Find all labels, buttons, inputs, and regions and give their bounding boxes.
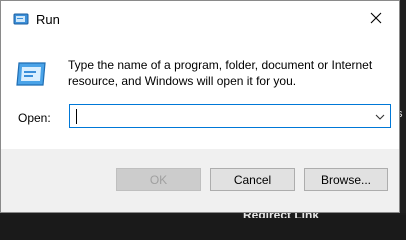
ok-button[interactable]: OK: [116, 168, 201, 191]
title-bar[interactable]: Run: [1, 1, 399, 37]
cancel-button[interactable]: Cancel: [210, 168, 295, 191]
button-bar: OK Cancel Browse...: [1, 149, 399, 212]
open-label: Open:: [18, 111, 51, 125]
close-button[interactable]: [353, 1, 399, 37]
dialog-content: Type the name of a program, folder, docu…: [1, 37, 399, 149]
open-dropdown-button[interactable]: [371, 106, 389, 126]
dialog-description: Type the name of a program, folder, docu…: [68, 58, 373, 88]
open-combobox[interactable]: [69, 104, 391, 128]
browse-button[interactable]: Browse...: [304, 168, 388, 191]
open-input[interactable]: [72, 107, 368, 125]
run-icon: [13, 11, 29, 27]
run-program-icon: [15, 59, 49, 89]
close-icon: [370, 12, 382, 27]
window-title: Run: [36, 12, 60, 27]
text-cursor: [76, 109, 77, 124]
run-dialog: Run Type the name of a program, folder, …: [0, 0, 400, 213]
chevron-down-icon: [375, 109, 385, 123]
